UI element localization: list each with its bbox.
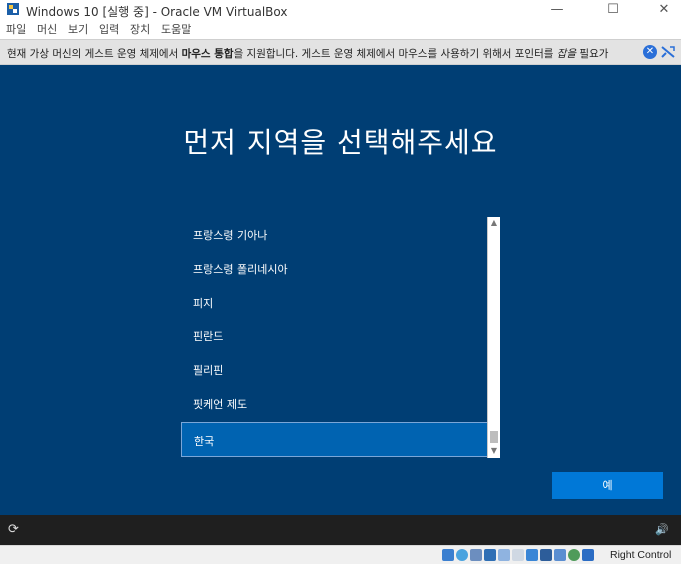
yes-button[interactable]: 예 [552,472,663,499]
vt-x-icon[interactable] [554,549,566,561]
list-item[interactable]: 필리핀 [193,362,223,378]
menu-help[interactable]: 도움말 [161,21,191,37]
guest-screen[interactable]: 먼저 지역을 선택해주세요 프랑스령 기아나 프랑스령 폴리네시아 피지 핀란드… [0,65,681,515]
ease-of-access-icon[interactable]: ⟳ [8,522,19,537]
window-title: Windows 10 [실행 중] - Oracle VM VirtualBox [26,5,288,19]
close-button[interactable]: ✕ [647,0,681,19]
menu-file[interactable]: 파일 [6,21,26,37]
shared-folder-icon[interactable] [512,549,524,561]
network-icon[interactable] [484,549,496,561]
list-item-selected[interactable]: 한국 [181,422,488,457]
usb-icon[interactable] [498,549,510,561]
scroll-up-icon[interactable]: ▲ [488,217,500,229]
list-item[interactable]: 핏케언 제도 [193,396,247,412]
menu-bar: 파일 머신 보기 입력 장치 도움말 [0,19,681,39]
selected-region-label: 한국 [194,435,215,448]
menu-view[interactable]: 보기 [68,21,88,37]
volume-icon[interactable]: 🔊 [655,523,669,536]
virtualbox-icon [7,3,19,15]
list-item[interactable]: 핀란드 [193,328,223,344]
display-icon[interactable] [526,549,538,561]
menu-input[interactable]: 입력 [99,21,119,37]
notice-text: 현재 가상 머신의 게스트 운영 체제에서 마우스 통합을 지원합니다. 게스트… [7,48,609,60]
mouse-integration-icon[interactable] [568,549,580,561]
list-item[interactable]: 프랑스령 기아나 [193,227,267,243]
minimize-button[interactable]: — [540,0,574,19]
menu-devices[interactable]: 장치 [130,21,150,37]
audio-icon[interactable] [470,549,482,561]
recording-icon[interactable] [540,549,552,561]
region-list[interactable]: 프랑스령 기아나 프랑스령 폴리네시아 피지 핀란드 필리핀 핏케언 제도 한국 [181,217,500,458]
maximize-button[interactable]: ☐ [596,0,630,19]
window-titlebar: Windows 10 [실행 중] - Oracle VM VirtualBox… [0,0,681,19]
list-item[interactable]: 피지 [193,295,213,311]
notice-dismiss-icon[interactable] [660,45,676,59]
notice-close-icon[interactable]: ✕ [643,45,657,59]
harddisk-icon[interactable] [442,549,454,561]
page-title: 먼저 지역을 선택해주세요 [183,126,498,159]
status-bar: Right Control [0,545,681,564]
scroll-down-icon[interactable]: ▼ [488,445,500,457]
oobe-bottom-bar: ⟳ 🔊 [0,515,681,545]
scroll-thumb[interactable] [490,431,498,443]
region-list-scrollbar[interactable]: ▲ ▼ [487,217,500,458]
host-key-label: Right Control [610,549,672,561]
list-item[interactable]: 프랑스령 폴리네시아 [193,261,288,277]
menu-machine[interactable]: 머신 [37,21,57,37]
optical-drive-icon[interactable] [456,549,468,561]
keyboard-capture-icon[interactable] [582,549,594,561]
mouse-integration-notice: 현재 가상 머신의 게스트 운영 체제에서 마우스 통합을 지원합니다. 게스트… [0,39,681,65]
